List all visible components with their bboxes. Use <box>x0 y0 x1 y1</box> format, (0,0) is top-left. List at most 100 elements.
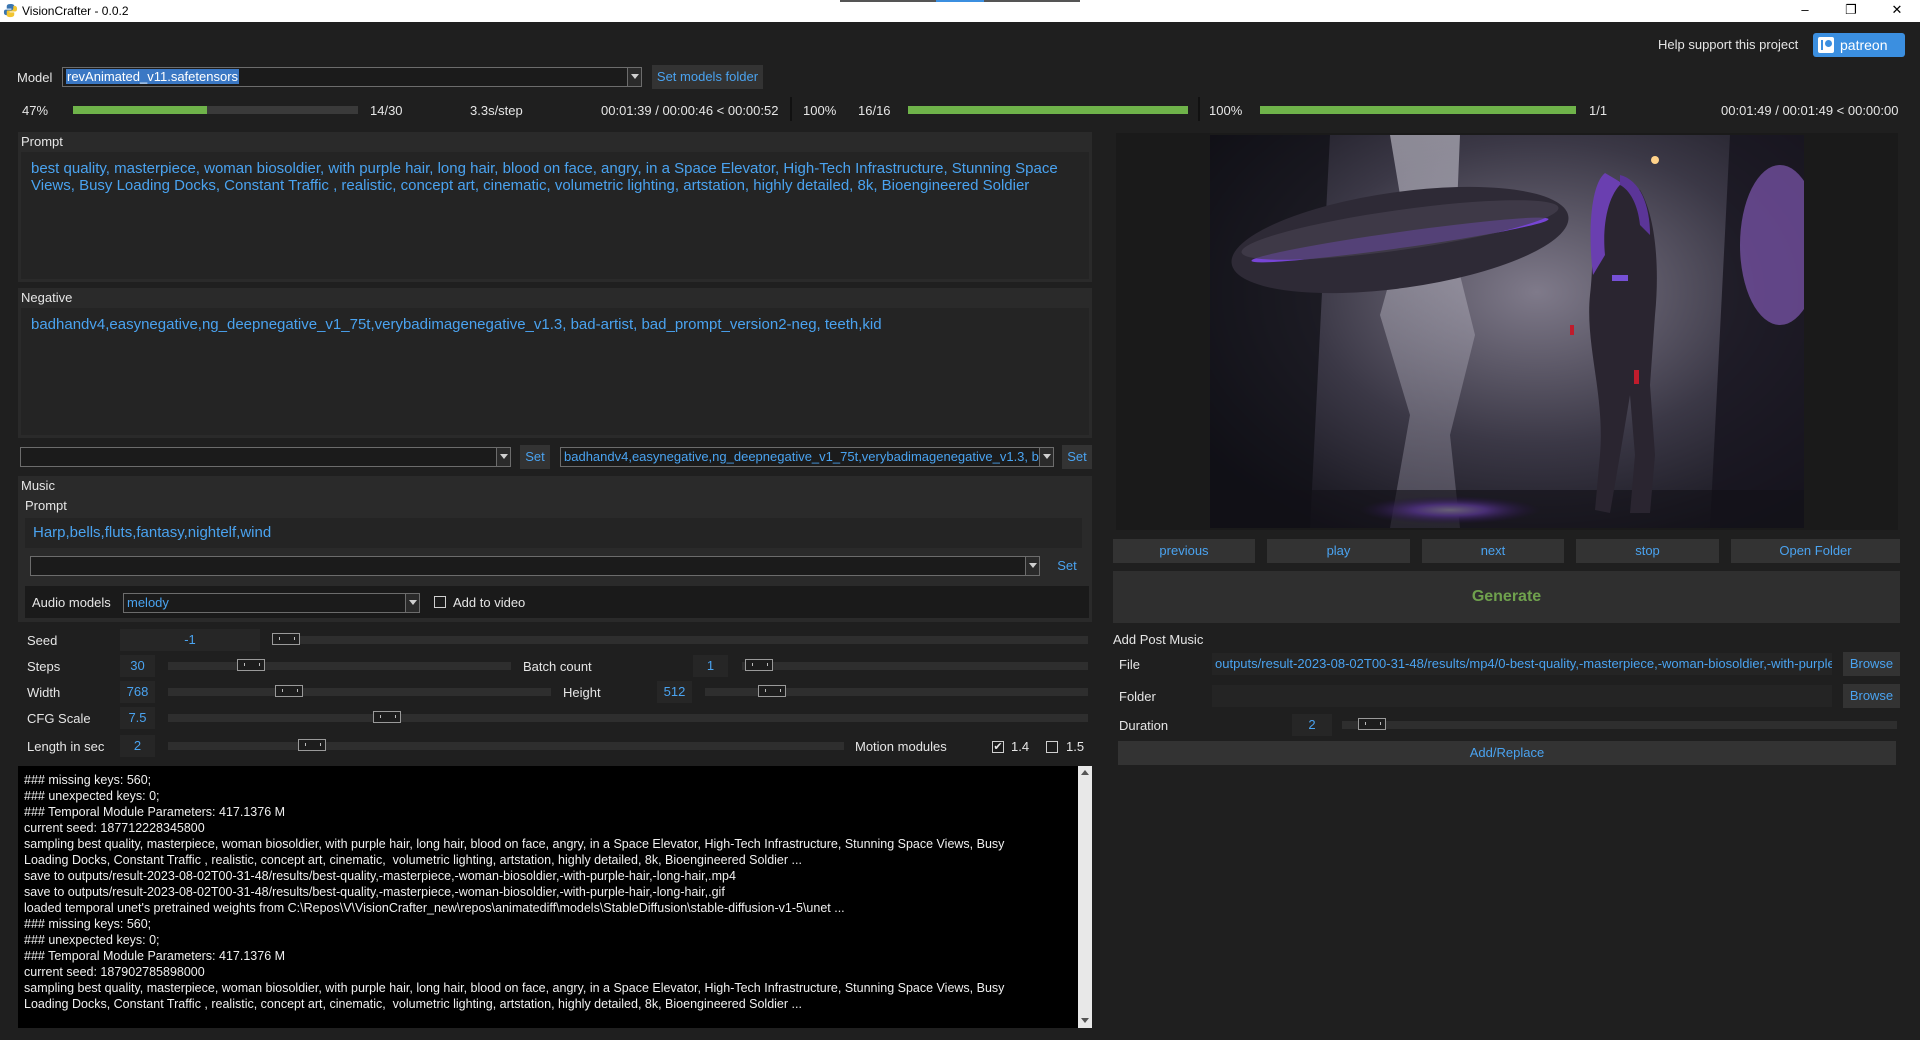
scroll-up-icon[interactable] <box>1081 770 1089 775</box>
negative-textarea[interactable]: badhandv4,easynegative,ng_deepnegative_v… <box>21 308 1089 435</box>
console-log: ### missing keys: 560; ### unexpected key… <box>18 766 1078 1028</box>
progress1-fill <box>73 106 207 114</box>
prompt-preset-select[interactable] <box>20 447 511 467</box>
log-line: Loading Docks, Constant Traffic , realis… <box>24 853 802 867</box>
add-replace-button[interactable]: Add/Replace <box>1118 741 1896 765</box>
chevron-down-icon[interactable] <box>496 448 510 466</box>
progress2-steps: 16/16 <box>858 103 891 118</box>
seed-input[interactable]: -1 <box>120 629 260 651</box>
browse-file-button[interactable]: Browse <box>1843 652 1900 676</box>
minimize-button[interactable]: – <box>1782 0 1828 22</box>
chevron-down-icon[interactable] <box>627 68 641 86</box>
log-line: save to outputs/result-2023-08-02T00-31-… <box>24 869 736 883</box>
prompt-label: Prompt <box>21 134 63 149</box>
motion-1-5-label: 1.5 <box>1066 739 1085 754</box>
open-folder-button[interactable]: Open Folder <box>1731 539 1900 563</box>
title-bar: VisionCrafter - 0.0.2 – ❐ ✕ <box>0 0 1920 22</box>
log-line: sampling best quality, masterpiece, woma… <box>24 981 1005 995</box>
chevron-down-icon[interactable] <box>405 594 419 612</box>
negative-panel: Negative badhandv4,easynegative,ng_deepn… <box>18 288 1092 438</box>
batch-count-input[interactable]: 1 <box>693 655 728 677</box>
negative-preset-value: badhandv4,easynegative,ng_deepnegative_v… <box>564 449 1054 464</box>
window-title: VisionCrafter - 0.0.2 <box>22 4 129 18</box>
progress3-fill <box>1260 106 1576 114</box>
length-slider-thumb[interactable] <box>298 739 326 751</box>
previous-button[interactable]: previous <box>1113 539 1255 563</box>
batch-count-slider-thumb[interactable] <box>745 659 773 671</box>
maximize-button[interactable]: ❐ <box>1828 0 1874 22</box>
duration-input[interactable]: 2 <box>1292 714 1332 736</box>
stop-button[interactable]: stop <box>1576 539 1719 563</box>
model-select[interactable]: revAnimated_v11.safetensors <box>62 67 642 87</box>
music-prompt-textarea[interactable]: Harp,bells,fluts,fantasy,nightelf,wind <box>25 518 1082 548</box>
width-slider[interactable] <box>168 685 551 697</box>
steps-slider[interactable] <box>168 659 511 671</box>
seed-slider-thumb[interactable] <box>272 633 300 645</box>
negative-set-button[interactable]: Set <box>1062 445 1092 469</box>
duration-slider-thumb[interactable] <box>1358 718 1386 730</box>
seed-slider[interactable] <box>272 633 1088 645</box>
log-line: sampling best quality, masterpiece, woma… <box>24 837 1005 851</box>
play-button[interactable]: play <box>1267 539 1410 563</box>
duration-label: Duration <box>1119 718 1169 733</box>
add-to-video-checkbox[interactable] <box>434 596 446 608</box>
log-line: current seed: 187902785898000 <box>24 965 205 979</box>
progress1-percent: 47% <box>22 103 49 118</box>
patreon-button[interactable]: patreon <box>1813 33 1905 57</box>
progress1-steps: 14/30 <box>370 103 403 118</box>
steps-slider-thumb[interactable] <box>237 659 265 671</box>
title-drag-indicator-accent <box>936 0 984 2</box>
height-slider-thumb[interactable] <box>758 685 786 697</box>
motion-modules-label: Motion modules <box>855 739 947 754</box>
set-models-folder-button[interactable]: Set models folder <box>652 65 763 89</box>
browse-folder-button[interactable]: Browse <box>1843 684 1900 708</box>
steps-label: Steps <box>27 659 61 674</box>
cfg-scale-slider-thumb[interactable] <box>373 711 401 723</box>
width-input[interactable]: 768 <box>120 681 155 703</box>
height-slider[interactable] <box>705 685 1088 697</box>
width-slider-thumb[interactable] <box>275 685 303 697</box>
log-line: ### missing keys: 560; <box>24 773 152 787</box>
audio-models-label: Audio models <box>32 595 111 610</box>
negative-preset-select[interactable]: badhandv4,easynegative,ng_deepnegative_v… <box>560 447 1054 467</box>
batch-count-slider[interactable] <box>742 659 1088 671</box>
next-button[interactable]: next <box>1422 539 1564 563</box>
patreon-icon <box>1818 37 1834 53</box>
close-button[interactable]: ✕ <box>1874 0 1920 22</box>
music-panel: Music Prompt Harp,bells,fluts,fantasy,ni… <box>18 476 1092 622</box>
log-line: loaded temporal unet's pretrained weight… <box>24 901 845 915</box>
scroll-down-icon[interactable] <box>1081 1018 1089 1023</box>
music-label: Music <box>21 478 55 493</box>
generate-button[interactable]: Generate <box>1113 571 1900 623</box>
cfg-scale-slider[interactable] <box>168 711 1088 723</box>
motion-1-4-checkbox[interactable]: ✔ <box>992 741 1004 753</box>
post-folder-input[interactable] <box>1212 685 1832 707</box>
progress3-percent: 100% <box>1209 103 1243 118</box>
music-preset-select[interactable] <box>30 556 1040 576</box>
divider <box>1198 97 1200 121</box>
motion-1-5-checkbox[interactable] <box>1046 741 1058 753</box>
post-file-input[interactable]: outputs/result-2023-08-02T00-31-48/resul… <box>1212 653 1832 675</box>
prompt-textarea[interactable]: best quality, masterpiece, woman biosold… <box>21 152 1089 279</box>
steps-input[interactable]: 30 <box>120 655 155 677</box>
audio-model-select[interactable]: melody <box>123 593 420 613</box>
motion-1-4-label: 1.4 <box>1011 739 1030 754</box>
patreon-label: patreon <box>1840 37 1888 53</box>
cfg-scale-input[interactable]: 7.5 <box>120 707 155 729</box>
post-folder-label: Folder <box>1119 689 1156 704</box>
log-line: ### unexpected keys: 0; <box>24 789 160 803</box>
duration-slider[interactable] <box>1342 718 1897 730</box>
log-line: ### missing keys: 560; <box>24 917 152 931</box>
chevron-down-icon[interactable] <box>1039 448 1053 466</box>
length-slider[interactable] <box>168 739 844 751</box>
height-input[interactable]: 512 <box>657 681 692 703</box>
width-label: Width <box>27 685 61 700</box>
music-set-button[interactable]: Set <box>1052 554 1082 578</box>
progress1-bar <box>73 106 358 114</box>
console-scrollbar[interactable] <box>1078 766 1092 1028</box>
audio-models-row: Audio models melody Add to video <box>25 586 1089 618</box>
length-input[interactable]: 2 <box>120 735 155 757</box>
progress3-bar <box>1260 106 1576 114</box>
chevron-down-icon[interactable] <box>1025 557 1039 575</box>
prompt-set-button[interactable]: Set <box>520 445 550 469</box>
